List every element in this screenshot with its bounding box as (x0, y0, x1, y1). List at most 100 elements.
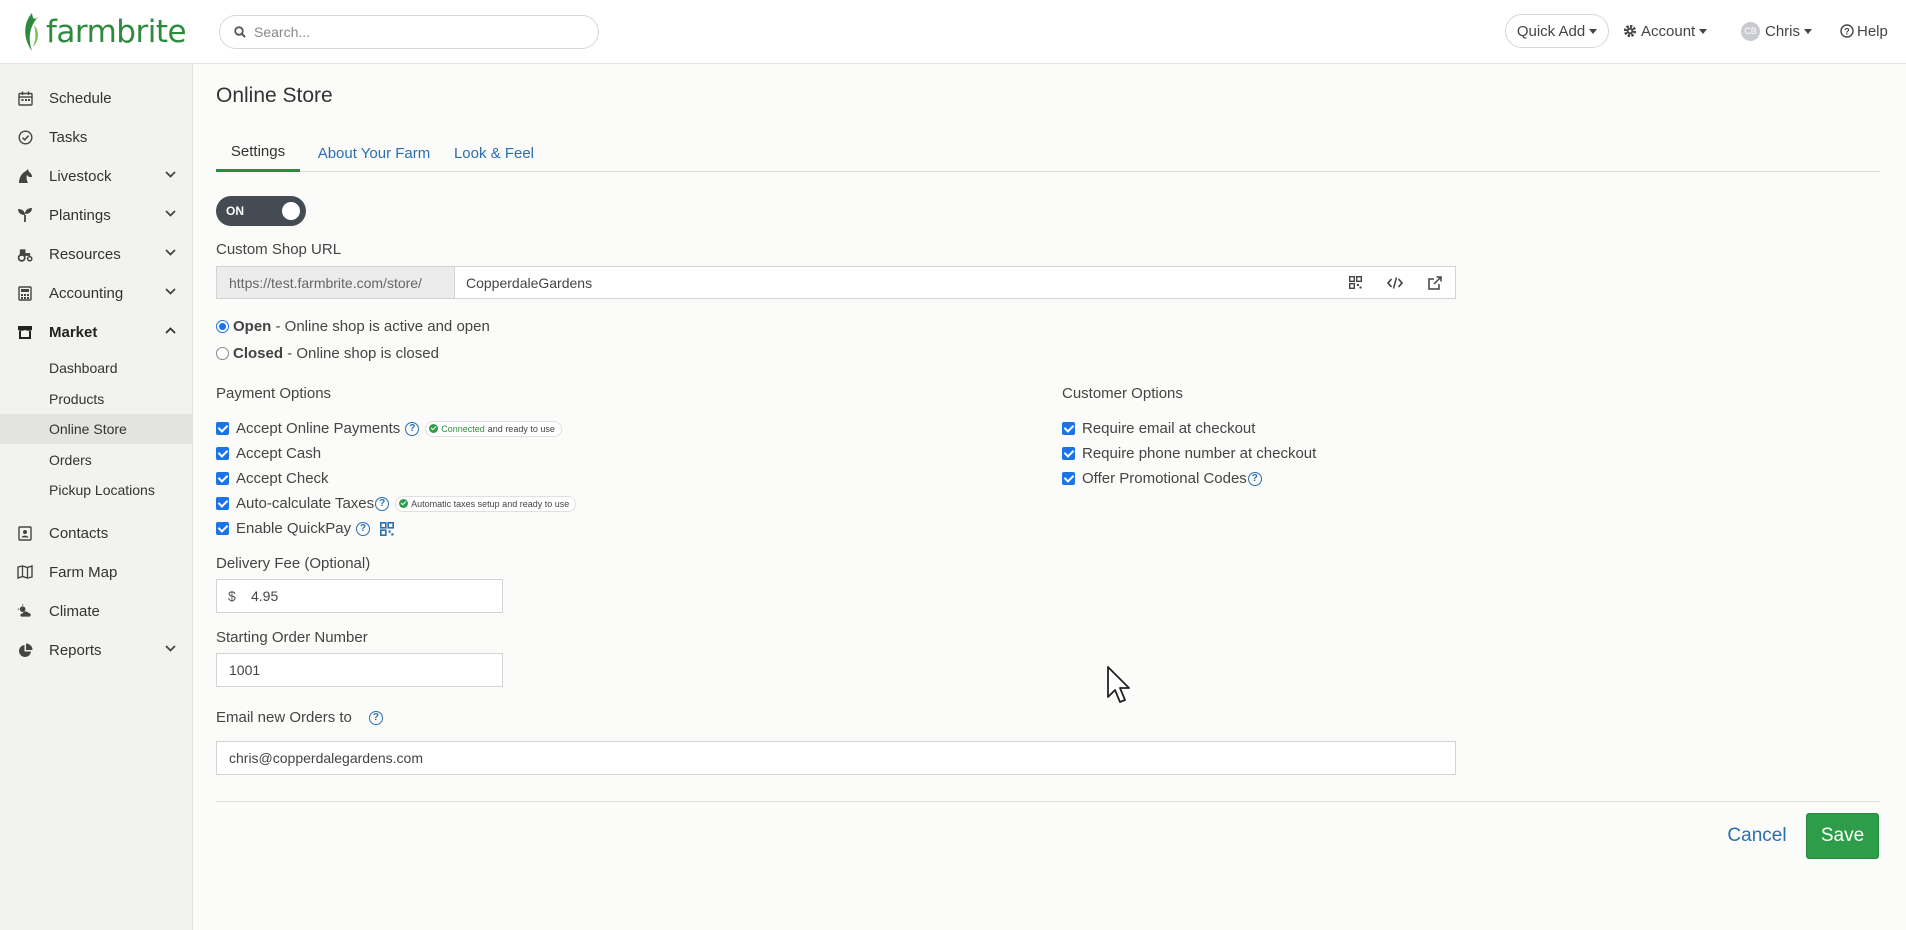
farmbrite-logo[interactable]: farmbrite (22, 10, 187, 54)
tab-look-and-feel[interactable]: Look & Feel (452, 134, 536, 172)
top-bar: farmbrite Quick Add Account CB Chris ? H… (0, 0, 1906, 64)
sidebar-item-tasks[interactable]: Tasks (0, 118, 192, 156)
sidebar: Schedule Tasks Livestock Plantings Resou… (0, 64, 193, 930)
sidebar-item-farm-map[interactable]: Farm Map (0, 553, 192, 591)
email-orders-label: Email new Orders to (216, 709, 352, 726)
sidebar-item-climate[interactable]: Climate (0, 592, 192, 630)
page-title: Online Store (216, 84, 333, 107)
sidebar-item-resources[interactable]: Resources (0, 235, 192, 273)
radio-closed[interactable] (216, 347, 229, 360)
caret-down-icon (1804, 28, 1813, 34)
sidebar-item-contacts[interactable]: Contacts (0, 514, 192, 552)
code-icon (1387, 276, 1403, 289)
mouse-cursor-icon (1107, 666, 1130, 703)
help-icon[interactable]: ? (1247, 471, 1262, 486)
require-phone-label: Require phone number at checkout (1082, 445, 1317, 462)
require-phone-checkbox[interactable] (1062, 447, 1075, 460)
calculator-icon (17, 285, 33, 301)
customer-options-title: Customer Options (1062, 385, 1183, 402)
sidebar-item-label: Resources (49, 245, 121, 263)
enable-quickpay-checkbox[interactable] (216, 522, 229, 535)
accept-online-payments-checkbox[interactable] (216, 422, 229, 435)
sidebar-subitem-pickup-locations[interactable]: Pickup Locations (0, 475, 192, 505)
status-open-option[interactable]: Open - Online shop is active and open (216, 318, 490, 335)
sidebar-item-livestock[interactable]: Livestock (0, 157, 192, 195)
sidebar-item-label: Market (49, 323, 98, 341)
embed-code-button[interactable] (1375, 267, 1415, 298)
require-phone-row: Require phone number at checkout (1062, 445, 1316, 462)
status-open-description: - Online shop is active and open (271, 318, 490, 335)
svg-text:?: ? (1844, 27, 1850, 37)
quick-add-button[interactable]: Quick Add (1505, 14, 1609, 48)
accept-online-payments-label: Accept Online Payments (236, 420, 401, 437)
store-enabled-toggle[interactable]: ON (216, 196, 306, 226)
accept-check-checkbox[interactable] (216, 472, 229, 485)
qr-code-icon[interactable] (380, 521, 395, 536)
chevron-up-icon (165, 327, 176, 334)
open-store-button[interactable] (1415, 267, 1455, 298)
check-circle-icon (17, 129, 33, 145)
qr-code-button[interactable] (1335, 267, 1375, 298)
require-email-checkbox[interactable] (1062, 422, 1075, 435)
delivery-fee-input[interactable] (249, 588, 489, 604)
sidebar-item-market[interactable]: Market (0, 313, 192, 351)
help-icon[interactable]: ? (405, 421, 420, 436)
sidebar-subitem-orders[interactable]: Orders (0, 445, 192, 475)
custom-shop-url-group: https://test.farmbrite.com/store/ (216, 266, 1456, 299)
ready-text: and ready to use (487, 423, 555, 434)
qr-code-icon (1348, 276, 1362, 289)
shop-slug-input[interactable] (455, 267, 1335, 298)
store-icon (17, 324, 33, 340)
enable-quickpay-row: Enable QuickPay ? (216, 520, 395, 537)
horse-icon (17, 168, 33, 184)
sidebar-item-accounting[interactable]: Accounting (0, 274, 192, 312)
tab-bar: Settings About Your Farm Look & Feel (216, 134, 1880, 172)
gear-icon (1623, 24, 1637, 38)
delivery-fee-group: $ (216, 579, 503, 613)
user-menu-button[interactable]: CB Chris (1741, 14, 1813, 48)
delivery-fee-label: Delivery Fee (Optional) (216, 555, 371, 572)
tab-settings[interactable]: Settings (216, 134, 300, 172)
status-closed-option[interactable]: Closed - Online shop is closed (216, 345, 439, 362)
sidebar-subitem-products[interactable]: Products (0, 384, 192, 414)
cancel-button[interactable]: Cancel (1722, 813, 1792, 859)
tab-about-your-farm[interactable]: About Your Farm (315, 134, 433, 172)
account-label: Account (1641, 22, 1696, 40)
sidebar-item-reports[interactable]: Reports (0, 631, 192, 669)
save-button[interactable]: Save (1806, 813, 1879, 859)
status-closed-description: - Online shop is closed (283, 345, 439, 362)
help-icon[interactable]: ? (356, 521, 371, 536)
sidebar-subitem-online-store[interactable]: Online Store (0, 414, 192, 444)
promo-codes-checkbox[interactable] (1062, 472, 1075, 485)
starting-order-number-input[interactable] (216, 653, 503, 687)
radio-open[interactable] (216, 320, 229, 333)
account-menu-button[interactable]: Account (1623, 14, 1708, 48)
help-button[interactable]: ? Help (1840, 14, 1888, 48)
toggle-knob (282, 202, 300, 220)
external-link-icon (1428, 275, 1442, 290)
accept-cash-label: Accept Cash (236, 445, 322, 462)
chevron-down-icon (165, 210, 176, 217)
tractor-icon (17, 246, 33, 262)
seedling-icon (17, 207, 33, 223)
form-divider (216, 801, 1880, 802)
help-icon[interactable]: ? (375, 496, 390, 511)
email-orders-label-row: Email new Orders to ? (216, 709, 383, 726)
accept-cash-checkbox[interactable] (216, 447, 229, 460)
sidebar-subitem-dashboard[interactable]: Dashboard (0, 353, 192, 383)
search-input[interactable] (254, 24, 574, 40)
sidebar-item-plantings[interactable]: Plantings (0, 196, 192, 234)
auto-calculate-taxes-label: Auto-calculate Taxes (236, 495, 375, 512)
map-icon (17, 564, 33, 580)
custom-shop-url-label: Custom Shop URL (216, 241, 342, 258)
search-box[interactable] (219, 15, 599, 49)
toggle-label: ON (226, 204, 244, 218)
sidebar-item-label: Plantings (49, 206, 111, 224)
help-icon[interactable]: ? (368, 710, 383, 725)
chevron-down-icon (165, 645, 176, 652)
email-orders-input[interactable] (216, 741, 1456, 775)
caret-down-icon (1589, 28, 1598, 34)
sidebar-item-schedule[interactable]: Schedule (0, 79, 192, 117)
auto-calculate-taxes-row: Auto-calculate Taxes ? Automatic taxes s… (216, 495, 577, 512)
auto-calculate-taxes-checkbox[interactable] (216, 497, 229, 510)
